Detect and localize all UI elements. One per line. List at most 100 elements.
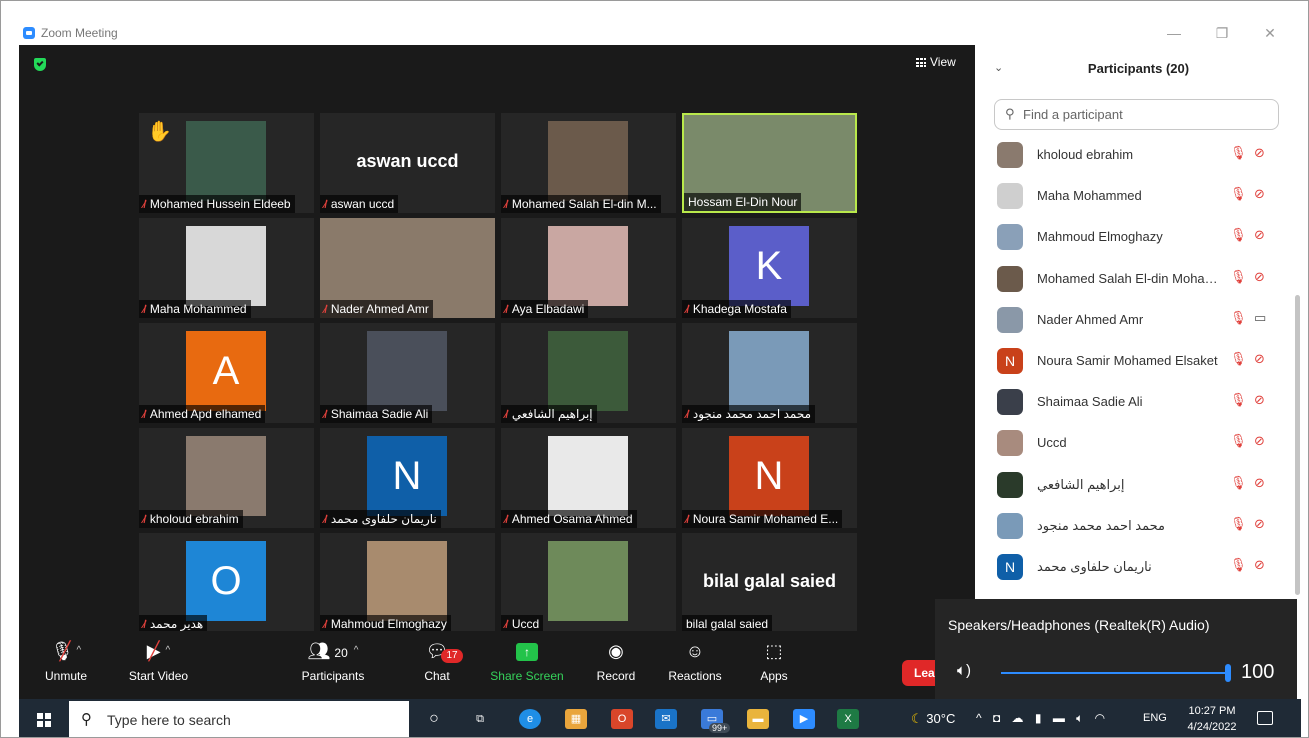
video-tile[interactable]: O ⁄̸ هدير محمد (139, 533, 314, 633)
video-off-icon: ▶︎╱ (146, 641, 161, 661)
participant-photo (186, 436, 266, 516)
video-tile[interactable]: ⁄̸ Uccd (501, 533, 676, 633)
volume-value: 100 (1241, 661, 1275, 683)
view-button[interactable]: View (916, 55, 956, 69)
video-off-icon[interactable]: ⊘ (1254, 145, 1265, 161)
close-icon[interactable]: ✕ (1255, 23, 1285, 43)
video-off-icon[interactable]: ⊘ (1254, 475, 1265, 491)
participant-row[interactable]: N ناريمان حلفاوى محمد 🎙︎ ⊘ (976, 546, 1301, 587)
taskbar-clock[interactable]: 10:27 PM 4/24/2022 (1181, 703, 1243, 735)
tile-name-text: محمد احمد محمد منجود (692, 407, 811, 421)
task-view-icon[interactable]: ⧉ (469, 709, 491, 729)
video-tile[interactable]: bilal galal saied bilal galal saied (682, 533, 857, 633)
video-tile[interactable]: ⁄̸ Ahmed Osama Ahmed (501, 428, 676, 528)
mic-muted-icon: ⁄̸ (143, 304, 145, 316)
mic-muted-icon[interactable]: 🎙︎ (1230, 516, 1247, 532)
video-off-icon[interactable]: ⊘ (1254, 227, 1265, 243)
participant-row[interactable]: Nader Ahmed Amr 🎙︎ ▭ (976, 299, 1301, 340)
restore-icon[interactable]: ❐ (1207, 23, 1237, 43)
video-off-icon[interactable]: ⊘ (1254, 392, 1265, 408)
video-on-icon[interactable]: ▭ (1254, 310, 1266, 326)
video-off-icon[interactable]: ⊘ (1254, 516, 1265, 532)
edge-icon[interactable]: e (519, 709, 541, 729)
notification-center-icon[interactable] (1257, 711, 1273, 725)
participant-row[interactable]: Mohamed Salah El-din Moham... 🎙︎ ⊘ (976, 258, 1301, 299)
unmute-button[interactable]: 🎙︎╱ ^ Unmute (41, 631, 91, 699)
video-tile[interactable]: N ⁄̸ Noura Samir Mohamed E... (682, 428, 857, 528)
video-off-icon[interactable]: ⊘ (1254, 433, 1265, 449)
zoom-taskbar-icon[interactable]: ▶ (793, 709, 815, 729)
weather-widget[interactable]: ☾ 30°C (911, 711, 955, 727)
participants-button[interactable]: 👥︎ 20 ^ Participants (297, 631, 369, 699)
panel-scrollbar[interactable] (1295, 295, 1300, 595)
participant-row[interactable]: إبراهيم الشافعي 🎙︎ ⊘ (976, 464, 1301, 505)
store-icon[interactable]: ▦ (565, 709, 587, 729)
participant-row[interactable]: محمد احمد محمد منجود 🎙︎ ⊘ (976, 505, 1301, 546)
video-off-icon[interactable]: ⊘ (1254, 351, 1265, 367)
participant-row[interactable]: N Noura Samir Mohamed Elsaket 🎙︎ ⊘ (976, 340, 1301, 381)
participant-row[interactable]: Shaimaa Sadie Ali 🎙︎ ⊘ (976, 381, 1301, 422)
video-off-icon[interactable]: ⊘ (1254, 186, 1265, 202)
video-tile[interactable]: N ⁄̸ ناريمان حلفاوى محمد (320, 428, 495, 528)
video-tile[interactable]: ⁄̸ Mahmoud Elmoghazy (320, 533, 495, 633)
video-tile[interactable]: ⁄̸ محمد احمد محمد منجود (682, 323, 857, 423)
video-tile[interactable]: aswan uccd ⁄̸ aswan uccd (320, 113, 495, 213)
participant-photo (548, 121, 628, 201)
tile-name-label: ⁄̸ Ahmed Apd elhamed (139, 405, 266, 423)
mic-muted-icon[interactable]: 🎙︎ (1230, 145, 1247, 161)
participant-row[interactable]: Maha Mohammed 🎙︎ ⊘ (976, 175, 1301, 216)
chevron-up-icon[interactable]: ^ (77, 645, 82, 656)
windows-start-icon[interactable] (37, 713, 51, 727)
video-tile[interactable]: ⁄̸ Maha Mohammed (139, 218, 314, 318)
mail-icon[interactable]: ✉ (655, 709, 677, 729)
video-tile[interactable]: ⁄̸ إبراهيم الشافعي (501, 323, 676, 423)
security-shield-icon[interactable] (34, 58, 46, 71)
video-tile[interactable]: ⁄̸ Mohamed Salah El-din M... (501, 113, 676, 213)
volume-slider[interactable] (1001, 672, 1229, 674)
mic-muted-icon[interactable]: 🎙︎ (1230, 227, 1247, 243)
video-tile[interactable]: ⁄̸ kholoud ebrahim (139, 428, 314, 528)
system-tray[interactable]: ^ ◘ ☁ ▮ ▬ 🔈︎ ◠ (976, 711, 1109, 726)
taskbar-search-box[interactable]: ⚲ Type here to search (69, 701, 409, 737)
mic-muted-icon[interactable]: 🎙︎ (1230, 557, 1247, 573)
video-tile[interactable]: ⁄̸ Aya Elbadawi (501, 218, 676, 318)
volume-slider-handle[interactable] (1225, 664, 1231, 682)
excel-icon[interactable]: X (837, 709, 859, 729)
participant-row[interactable]: Mahmoud Elmoghazy 🎙︎ ⊘ (976, 216, 1301, 257)
participant-search-input[interactable]: ⚲ Find a participant (994, 99, 1279, 130)
video-tile[interactable]: ✋ ⁄̸ Mohamed Hussein Eldeeb (139, 113, 314, 213)
language-indicator[interactable]: ENG (1143, 712, 1167, 724)
video-tile[interactable]: ⁄̸ Nader Ahmed Amr (320, 218, 495, 318)
participant-photo (548, 541, 628, 621)
video-tile[interactable]: A ⁄̸ Ahmed Apd elhamed (139, 323, 314, 423)
video-tile[interactable]: K ⁄̸ Khadega Mostafa (682, 218, 857, 318)
video-tile[interactable]: ⁄̸ Shaimaa Sadie Ali (320, 323, 495, 423)
cortana-icon[interactable]: ○ (423, 709, 445, 729)
mic-muted-icon[interactable]: 🎙︎ (1230, 186, 1247, 202)
participant-row[interactable]: Uccd 🎙︎ ⊘ (976, 422, 1301, 463)
share-screen-button[interactable]: ↑ Share Screen (487, 631, 567, 699)
mic-muted-icon[interactable]: 🎙︎ (1230, 475, 1247, 491)
chevron-up-icon[interactable]: ^ (354, 645, 359, 656)
mic-muted-icon[interactable]: 🎙︎ (1230, 310, 1247, 326)
mic-muted-icon: ⁄̸ (324, 199, 326, 211)
office-icon[interactable]: O (611, 709, 633, 729)
video-tile[interactable]: Hossam El-Din Nour (682, 113, 857, 213)
chevron-up-icon[interactable]: ^ (165, 645, 170, 656)
tile-name-label: Hossam El-Din Nour (684, 193, 802, 211)
video-off-icon[interactable]: ⊘ (1254, 557, 1265, 573)
mic-muted-icon[interactable]: 🎙︎ (1230, 269, 1247, 285)
record-button[interactable]: ◉ Record (593, 631, 639, 699)
mic-muted-icon[interactable]: 🎙︎ (1230, 351, 1247, 367)
video-off-icon[interactable]: ⊘ (1254, 269, 1265, 285)
chat-button[interactable]: 💬︎ Chat (419, 631, 455, 699)
start-video-button[interactable]: ▶︎╱ ^ Start Video (121, 631, 196, 699)
participant-row[interactable]: kholoud ebrahim 🎙︎ ⊘ (976, 134, 1301, 175)
file-explorer-icon[interactable]: ▬ (747, 709, 769, 729)
minimize-icon[interactable]: — (1159, 23, 1189, 43)
apps-icon: ⬚ (765, 641, 783, 661)
mic-muted-icon[interactable]: 🎙︎ (1230, 392, 1247, 408)
reactions-button[interactable]: ☺︎ Reactions (665, 631, 725, 699)
apps-button[interactable]: ⬚ Apps (755, 631, 793, 699)
mic-muted-icon[interactable]: 🎙︎ (1230, 433, 1247, 449)
